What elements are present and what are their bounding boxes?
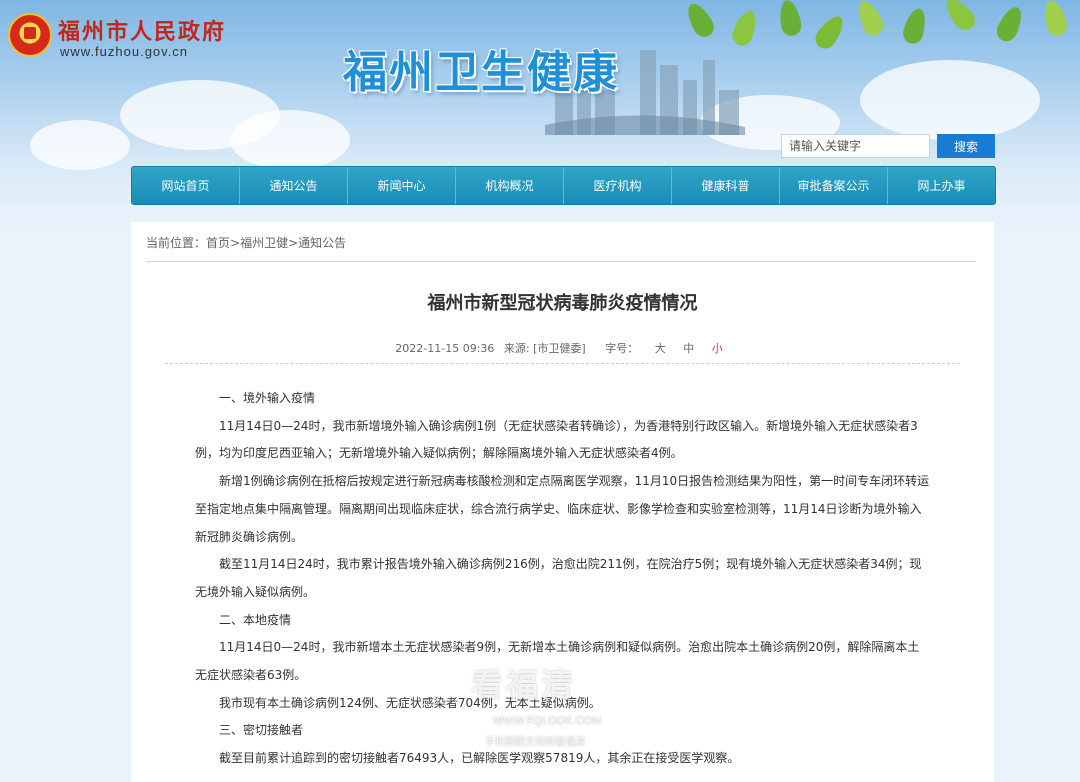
breadcrumb-fuzhou-health[interactable]: 福州卫健	[240, 236, 288, 250]
gov-name[interactable]: 福州市人民政府	[58, 14, 226, 46]
breadcrumb-home[interactable]: 首页	[206, 236, 230, 250]
content-panel: 当前位置：首页>福州卫健>通知公告 福州市新型冠状病毒肺炎疫情情况 2022-1…	[131, 222, 994, 782]
article-paragraph: 新增1例确诊病例在抵榕后按规定进行新冠病毒核酸检测和定点隔离医学观察，11月10…	[195, 474, 930, 544]
nav-item-organization[interactable]: 机构概况	[456, 167, 564, 204]
national-emblem-logo	[8, 13, 52, 57]
leaf-decoration	[940, 0, 980, 35]
leaf-decoration	[682, 0, 718, 41]
breadcrumb: 当前位置：首页>福州卫健>通知公告	[146, 234, 346, 251]
divider	[165, 363, 960, 364]
main-nav: 网站首页 通知公告 新闻中心 机构概况 医疗机构 健康科普 审批备案公示 网上办…	[131, 166, 996, 205]
article-paragraph: 截至11月14日24时，我市累计报告境外输入确诊病例216例，治愈出院211例，…	[195, 557, 922, 599]
nav-item-approval-publicity[interactable]: 审批备案公示	[780, 167, 888, 204]
article-paragraph: 11月14日0—24时，我市新增境外输入确诊病例1例（无症状感染者转确诊），为香…	[195, 418, 918, 461]
leaf-decoration	[853, 0, 887, 39]
breadcrumb-separator: >	[230, 236, 241, 250]
leaf-decoration	[1040, 0, 1070, 38]
font-size-label: 字号：	[605, 342, 639, 355]
article-paragraph: 截至目前累计追踪到的密切接触者76493人，已解除医学观察57819人，其余正在…	[219, 751, 740, 766]
article-paragraph: 11月14日0—24时，我市新增本土无症状感染者9例，无新增本土确诊病例和疑似病…	[195, 640, 920, 683]
font-size-medium[interactable]: 中	[683, 342, 694, 355]
leaf-decoration	[811, 11, 849, 53]
article-title: 福州市新型冠状病毒肺炎疫情情况	[427, 293, 698, 314]
divider	[146, 261, 976, 262]
breadcrumb-prefix: 当前位置：	[146, 236, 207, 250]
article-source: 来源: [市卫健委]	[503, 342, 586, 355]
leaf-decoration	[777, 0, 803, 38]
nav-item-notices[interactable]: 通知公告	[240, 167, 348, 204]
article-date: 2022-11-15 09:36	[395, 342, 495, 355]
nav-item-home[interactable]: 网站首页	[132, 167, 240, 204]
search-input[interactable]	[781, 134, 930, 158]
cloud-decoration	[230, 110, 350, 170]
section-heading: 二、本地疫情	[219, 612, 292, 627]
section-heading: 一、境外输入疫情	[219, 391, 316, 405]
cloud-decoration	[860, 60, 1040, 140]
gov-url[interactable]: www.fuzhou.gov.cn	[60, 44, 188, 59]
leaf-decoration	[900, 6, 930, 46]
font-size-large[interactable]: 大	[655, 342, 666, 355]
article-meta: 2022-11-15 09:36 来源: [市卫健委] 字号： 大 中 小	[131, 340, 994, 356]
nav-item-news[interactable]: 新闻中心	[348, 167, 456, 204]
breadcrumb-separator: >	[288, 236, 299, 250]
site-title: 福州卫生健康	[343, 47, 619, 98]
cloud-decoration	[30, 120, 130, 170]
nav-item-online-services[interactable]: 网上办事	[888, 167, 995, 204]
leaf-decoration	[729, 7, 761, 49]
leaf-decoration	[993, 3, 1027, 45]
section-heading: 三、密切接触者	[219, 723, 304, 738]
article-paragraph: 我市现有本土确诊病例124例、无症状感染者704例，无本土疑似病例。	[219, 695, 601, 710]
breadcrumb-notices[interactable]: 通知公告	[298, 236, 346, 250]
nav-item-medical-institutions[interactable]: 医疗机构	[564, 167, 672, 204]
article-body: 一、境外输入疫情 11月14日0—24时，我市新增境外输入确诊病例1例（无症状感…	[195, 385, 930, 773]
font-size-small[interactable]: 小	[712, 342, 723, 355]
search-button[interactable]: 搜索	[937, 134, 995, 158]
nav-item-health-science[interactable]: 健康科普	[672, 167, 780, 204]
